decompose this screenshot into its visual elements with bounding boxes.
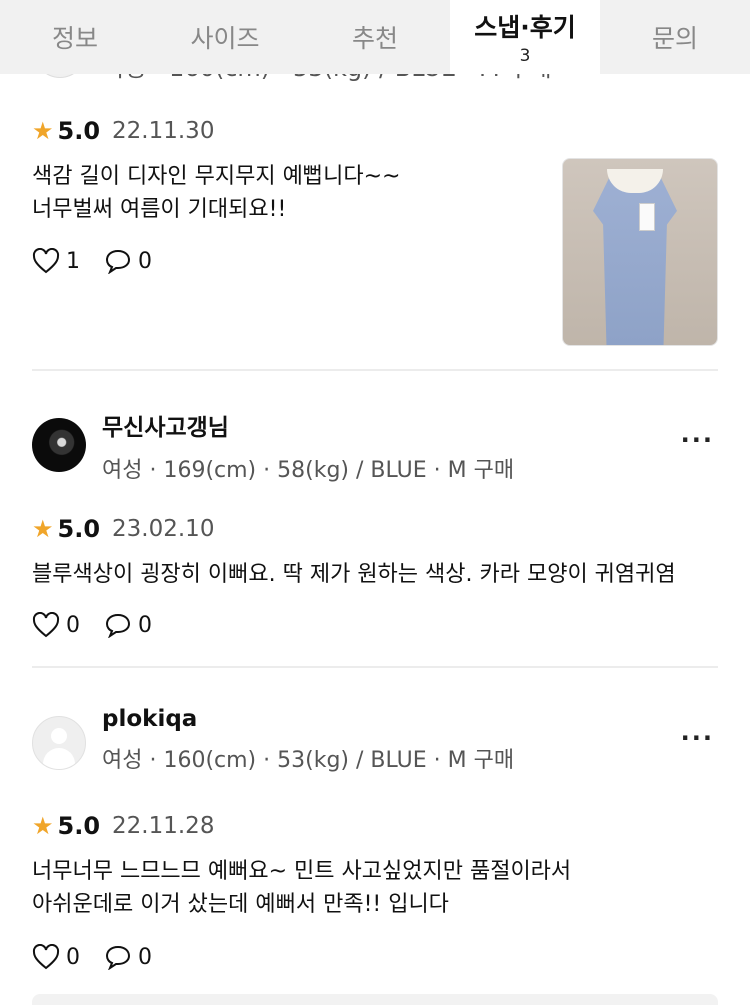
- tab-snap-review-label: 스냅·후기: [474, 13, 576, 42]
- star-icon: ★: [32, 812, 54, 840]
- reviewer-meta: 여성 · 169(cm) · 58(kg) / BLUE · M 구매: [102, 458, 515, 483]
- like-button[interactable]: 0: [32, 612, 80, 638]
- review-date: 22.11.30: [112, 118, 215, 144]
- comment-count: 0: [138, 944, 152, 970]
- review-text-line: 색감 길이 디자인 무지무지 예뻡니다~~: [32, 164, 401, 189]
- like-count: 0: [66, 944, 80, 970]
- heart-icon: [32, 248, 60, 274]
- rating-score: 5.0: [57, 812, 101, 840]
- reviewer-name[interactable]: plokiqa: [102, 706, 514, 732]
- comment-button[interactable]: 0: [104, 612, 152, 638]
- tab-recommend-label: 추천: [351, 24, 398, 53]
- tab-inquiry[interactable]: 문의: [600, 0, 750, 74]
- avatar[interactable]: [32, 418, 86, 472]
- reviewer-info: 무신사고갱님 여성 · 169(cm) · 58(kg) / BLUE · M …: [32, 408, 514, 484]
- like-button[interactable]: 1: [32, 248, 80, 274]
- reviewer-name[interactable]: 무신사고갱님: [102, 408, 514, 442]
- review-actions: 0 0: [32, 612, 176, 638]
- dress-tag: [639, 203, 655, 231]
- comment-icon: [105, 249, 131, 274]
- next-section-box: [32, 994, 718, 1005]
- reviewer-meta: 여성 · 160(cm) · 53(kg) / BLUE · M 구매: [102, 748, 515, 773]
- tab-size-label: 사이즈: [190, 24, 260, 53]
- comment-button[interactable]: 0: [104, 944, 152, 970]
- rating-score: 5.0: [57, 117, 101, 145]
- more-options-icon[interactable]: ···: [681, 426, 714, 454]
- tab-info[interactable]: 정보: [0, 0, 150, 74]
- comment-count: 0: [138, 248, 152, 274]
- comment-icon: [105, 613, 131, 638]
- tab-snap-review-count: 3: [519, 46, 531, 66]
- review-text: 블루색상이 굉장히 이뻐요. 딱 제가 원하는 색상. 카라 모양이 귀염귀염: [32, 558, 676, 591]
- star-icon: ★: [32, 515, 54, 543]
- review-date: 22.11.28: [112, 813, 215, 839]
- reviewer-info: plokiqa 여성 · 160(cm) · 53(kg) / BLUE · M…: [32, 706, 514, 774]
- heart-icon: [32, 612, 60, 638]
- tab-size[interactable]: 사이즈: [150, 0, 300, 74]
- review-rating: ★ 5.0 22.11.30: [32, 117, 214, 145]
- review-rating: ★ 5.0 22.11.28: [32, 812, 214, 840]
- like-count: 1: [66, 248, 80, 274]
- tab-info-label: 정보: [51, 24, 98, 53]
- review-date: 23.02.10: [112, 516, 215, 542]
- rating-score: 5.0: [57, 515, 101, 543]
- comment-button[interactable]: 0: [104, 248, 152, 274]
- avatar[interactable]: [32, 716, 86, 770]
- review-text-line: 너무벌써 여름이 기대되요!!: [32, 197, 287, 222]
- review-text-line: 블루색상이 굉장히 이뻐요. 딱 제가 원하는 색상. 카라 모양이 귀염귀염: [32, 562, 676, 587]
- comment-icon: [105, 945, 131, 970]
- review-divider: [32, 666, 718, 668]
- heart-icon: [32, 944, 60, 970]
- review-actions: 0 0: [32, 944, 176, 970]
- star-icon: ★: [32, 117, 54, 145]
- tab-inquiry-label: 문의: [651, 24, 698, 53]
- review-text-line: 너무너무 느므느므 예뻐요~ 민트 사고싶었지만 품절이라서: [32, 859, 572, 884]
- more-options-icon[interactable]: ···: [681, 724, 714, 752]
- review-divider: [32, 369, 718, 371]
- review-photo[interactable]: [562, 158, 718, 346]
- review-rating: ★ 5.0 23.02.10: [32, 515, 214, 543]
- tab-recommend[interactable]: 추천: [300, 0, 450, 74]
- like-button[interactable]: 0: [32, 944, 80, 970]
- comment-count: 0: [138, 612, 152, 638]
- tab-bar: 정보 사이즈 추천 스냅·후기 3 문의: [0, 0, 750, 74]
- review-text: 색감 길이 디자인 무지무지 예뻡니다~~ 너무벌써 여름이 기대되요!!: [32, 160, 400, 226]
- review-actions: 1 0: [32, 248, 176, 274]
- review-text-line: 아쉬운데로 이거 샀는데 예뻐서 만족!! 입니다: [32, 892, 449, 917]
- dress-image: [593, 173, 677, 345]
- like-count: 0: [66, 612, 80, 638]
- tab-snap-review[interactable]: 스냅·후기 3: [450, 0, 600, 74]
- review-text: 너무너무 느므느므 예뻐요~ 민트 사고싶었지만 품절이라서 아쉬운데로 이거 …: [32, 855, 571, 921]
